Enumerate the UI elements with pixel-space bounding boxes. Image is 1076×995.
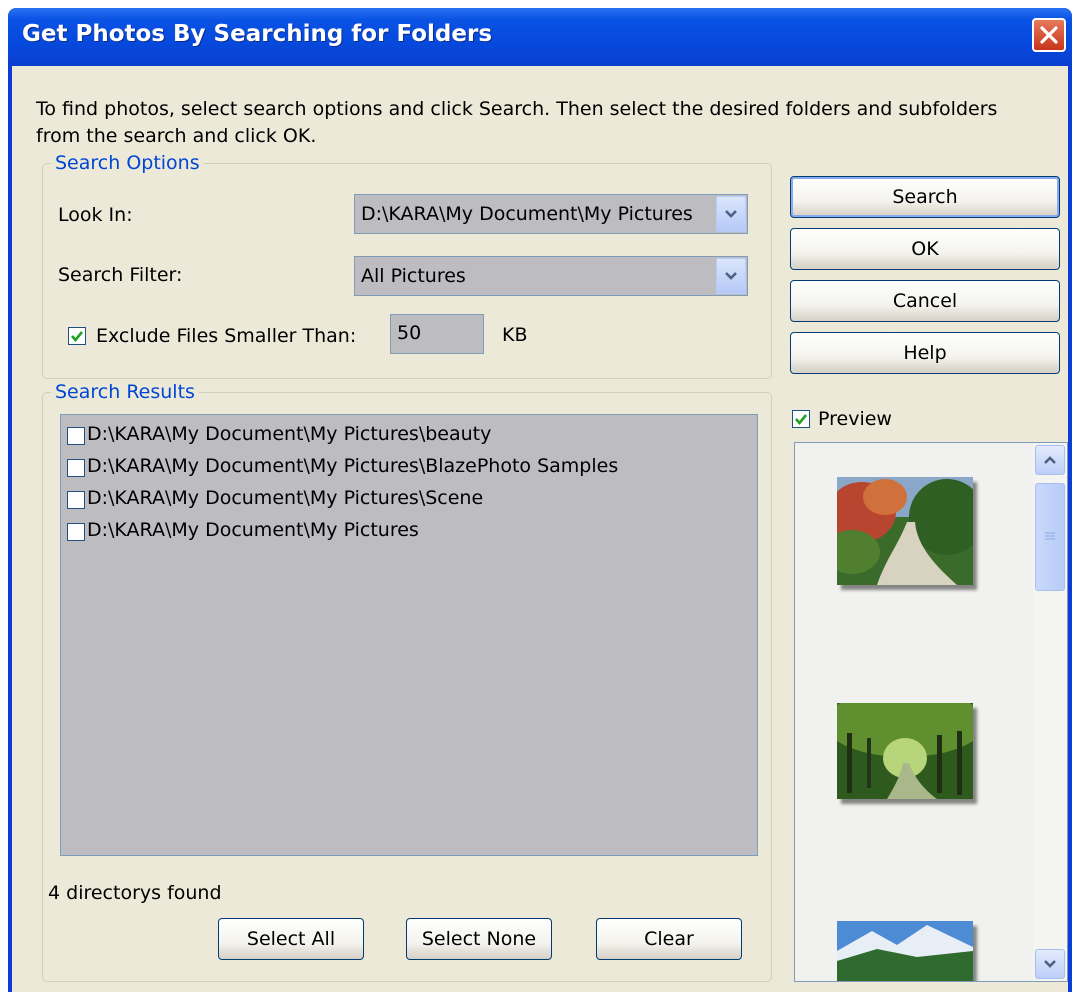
scroll-up-button[interactable] <box>1035 445 1065 475</box>
clear-button[interactable]: Clear <box>596 918 742 960</box>
dialog-window: Get Photos By Searching for Folders To f… <box>8 8 1072 992</box>
folder-path: D:\KARA\My Document\My Pictures\beauty <box>87 423 492 445</box>
chevron-down-icon <box>725 210 737 218</box>
folder-checkbox[interactable] <box>67 459 85 477</box>
folder-checkbox[interactable] <box>67 491 85 509</box>
folder-checkbox[interactable] <box>67 523 85 541</box>
preview-pane[interactable] <box>794 442 1068 982</box>
close-icon <box>1040 26 1058 44</box>
search-filter-value: All Pictures <box>361 265 466 287</box>
help-button[interactable]: Help <box>790 332 1060 374</box>
chevron-down-icon <box>1044 960 1056 968</box>
preview-label: Preview <box>818 408 892 430</box>
look-in-value: D:\KARA\My Document\My Pictures <box>361 203 693 225</box>
dialog-body: To find photos, select search options an… <box>12 66 1068 992</box>
instructions-text: To find photos, select search options an… <box>36 98 998 147</box>
search-filter-dropdown-button[interactable] <box>716 258 746 294</box>
min-size-value: 50 <box>397 322 422 344</box>
folder-path: D:\KARA\My Document\My Pictures\BlazePho… <box>87 455 619 477</box>
search-results-legend: Search Results <box>51 381 199 403</box>
scroll-down-button[interactable] <box>1035 949 1065 979</box>
folder-path: D:\KARA\My Document\My Pictures <box>87 519 419 541</box>
autumn-road-photo <box>837 477 973 585</box>
look-in-dropdown[interactable]: D:\KARA\My Document\My Pictures <box>354 194 748 234</box>
results-status: 4 directorys found <box>48 882 222 904</box>
ok-button[interactable]: OK <box>790 228 1060 270</box>
photo-thumbnail[interactable] <box>837 921 973 981</box>
search-filter-label: Search Filter: <box>58 264 183 286</box>
checkmark-icon <box>71 331 84 343</box>
search-options-legend: Search Options <box>51 152 204 174</box>
chevron-down-icon <box>725 272 737 280</box>
look-in-dropdown-button[interactable] <box>716 196 746 232</box>
folder-checkbox[interactable] <box>67 427 85 445</box>
window-title: Get Photos By Searching for Folders <box>22 21 493 47</box>
grip-icon <box>1045 532 1055 540</box>
cancel-button[interactable]: Cancel <box>790 280 1060 322</box>
look-in-label: Look In: <box>58 204 133 226</box>
exclude-small-files-label: Exclude Files Smaller Than: <box>96 325 357 347</box>
preview-checkbox[interactable] <box>792 410 810 428</box>
min-size-input[interactable]: 50 <box>390 314 484 354</box>
search-button[interactable]: Search <box>790 176 1060 218</box>
mountain-lake-photo <box>837 921 973 981</box>
title-bar[interactable]: Get Photos By Searching for Folders <box>8 8 1072 66</box>
size-unit-label: KB <box>502 324 528 346</box>
search-results-list[interactable]: D:\KARA\My Document\My Pictures\beauty D… <box>60 414 758 856</box>
photo-thumbnail[interactable] <box>837 477 973 585</box>
scroll-thumb[interactable] <box>1035 483 1065 591</box>
exclude-small-files-checkbox[interactable] <box>68 327 86 345</box>
close-button[interactable] <box>1032 18 1066 52</box>
photo-thumbnail[interactable] <box>837 703 973 799</box>
select-all-button[interactable]: Select All <box>218 918 364 960</box>
select-none-button[interactable]: Select None <box>406 918 552 960</box>
forest-path-photo <box>837 703 973 799</box>
search-filter-dropdown[interactable]: All Pictures <box>354 256 748 296</box>
folder-path: D:\KARA\My Document\My Pictures\Scene <box>87 487 484 509</box>
chevron-up-icon <box>1044 456 1056 464</box>
preview-scrollbar[interactable] <box>1033 443 1067 981</box>
checkmark-icon <box>795 414 808 426</box>
